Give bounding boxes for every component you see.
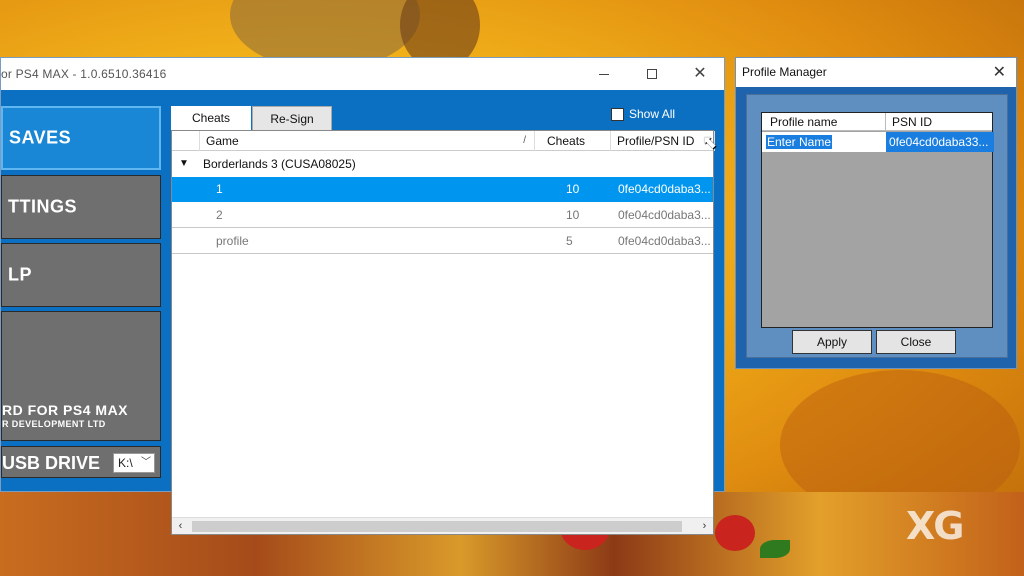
- row-name: 1: [216, 182, 223, 196]
- rose-decoration: [715, 515, 755, 551]
- about-title: RD FOR PS4 MAX: [2, 402, 129, 418]
- table-row[interactable]: 2 10 0fe04cd0daba3...: [172, 203, 713, 228]
- sidebar-help-button[interactable]: LP: [1, 243, 161, 307]
- row-name: 2: [216, 208, 223, 222]
- collapse-triangle-icon[interactable]: ▼: [179, 153, 189, 175]
- sidebar-saves-button[interactable]: SAVES: [1, 106, 161, 170]
- column-header-profile-name[interactable]: Profile name: [762, 113, 886, 131]
- window-title: or PS4 MAX - 1.0.6510.36416: [1, 67, 167, 81]
- show-all-checkbox[interactable]: [611, 107, 624, 121]
- row-psn: 0fe04cd0daba3...: [618, 234, 711, 248]
- usb-drive-select[interactable]: K:\ ﹀: [113, 453, 155, 473]
- list-group[interactable]: ▼ Borderlands 3 (CUSA08025): [172, 153, 713, 175]
- watermark-logo: XG: [906, 504, 964, 548]
- sidebar-saves-label: SAVES: [9, 127, 72, 148]
- column-header-psn[interactable]: Profile/PSN ID: [611, 131, 715, 151]
- scroll-right-icon[interactable]: ›: [696, 518, 713, 535]
- list-header: Game / Cheats Profile/PSN ID: [172, 131, 715, 151]
- close-dialog-button[interactable]: Close: [876, 330, 956, 354]
- maximize-icon: [647, 69, 657, 79]
- tab-resign[interactable]: Re-Sign: [252, 106, 332, 130]
- row-psn: 0fe04cd0daba3...: [618, 182, 711, 196]
- minimize-icon: [599, 73, 609, 75]
- row-cheats: 10: [566, 208, 580, 222]
- close-button[interactable]: ✕: [676, 58, 724, 90]
- sort-icon: /: [523, 135, 526, 146]
- row-cheats: 5: [566, 234, 573, 248]
- table-row[interactable]: profile 5 0fe04cd0daba3...: [172, 229, 713, 254]
- show-all-toggle[interactable]: Show All: [611, 107, 675, 121]
- chevron-down-icon: ﹀: [141, 457, 151, 468]
- horizontal-scrollbar[interactable]: ‹ ›: [172, 517, 713, 534]
- row-cheats: 10: [566, 182, 580, 196]
- usb-drive-label: USB DRIVE: [2, 453, 101, 473]
- leaf-decoration: [760, 540, 790, 558]
- sidebar-settings-button[interactable]: TTINGS: [1, 175, 161, 239]
- window-controls: ✕: [580, 58, 724, 90]
- app-titlebar[interactable]: or PS4 MAX - 1.0.6510.36416 ✕: [1, 58, 724, 90]
- profile-manager-window: Profile Manager ✕ Profile name PSN ID En…: [735, 57, 1017, 369]
- usb-drive-row: USB DRIVE K:\ ﹀: [1, 446, 161, 478]
- header-spacer: [172, 131, 200, 151]
- row-psn: 0fe04cd0daba3...: [618, 208, 711, 222]
- column-header-game-label: Game: [206, 134, 239, 148]
- table-row[interactable]: 1 10 0fe04cd0daba3...: [172, 177, 713, 202]
- column-header-game[interactable]: Game /: [200, 131, 535, 151]
- sidebar-settings-label: TTINGS: [8, 196, 77, 217]
- profile-manager-titlebar[interactable]: Profile Manager ✕: [736, 58, 1016, 87]
- profile-grid-header: Profile name PSN ID: [762, 113, 992, 131]
- tab-cheats[interactable]: Cheats: [171, 106, 251, 130]
- sidebar-about-button[interactable]: RD FOR PS4 MAX R DEVELOPMENT LTD: [1, 311, 161, 441]
- maximize-button[interactable]: [628, 58, 676, 90]
- about-subtitle: R DEVELOPMENT LTD: [2, 419, 106, 429]
- row-name: profile: [216, 234, 249, 248]
- app-window: or PS4 MAX - 1.0.6510.36416 ✕ SAVES TTIN…: [0, 57, 725, 535]
- usb-drive-value: K:\: [118, 456, 133, 470]
- profile-row[interactable]: Enter Name 0fe04cd0daba33...: [762, 132, 994, 152]
- column-header-psn-id[interactable]: PSN ID: [886, 113, 994, 131]
- profile-manager-title: Profile Manager: [742, 65, 827, 79]
- group-name: Borderlands 3 (CUSA08025): [203, 157, 356, 171]
- profile-name-cell[interactable]: Enter Name: [766, 135, 833, 149]
- psn-id-cell[interactable]: 0fe04cd0daba33...: [886, 132, 994, 152]
- scroll-thumb[interactable]: [192, 521, 682, 532]
- profile-grid: Profile name PSN ID Enter Name 0fe04cd0d…: [761, 112, 994, 328]
- show-all-label: Show All: [629, 107, 676, 121]
- scroll-left-icon[interactable]: ‹: [172, 518, 189, 535]
- apply-button[interactable]: Apply: [792, 330, 872, 354]
- close-icon[interactable]: ✕: [993, 62, 1006, 82]
- column-header-cheats[interactable]: Cheats: [535, 131, 611, 151]
- mouse-cursor-icon: ⬉: [702, 132, 718, 152]
- close-icon: ✕: [693, 65, 707, 82]
- saves-list: Game / Cheats Profile/PSN ID ▼ Borderlan…: [171, 130, 715, 535]
- profile-manager-panel: Profile name PSN ID Enter Name 0fe04cd0d…: [746, 94, 1008, 358]
- minimize-button[interactable]: [580, 58, 628, 90]
- sidebar-help-label: LP: [8, 264, 33, 285]
